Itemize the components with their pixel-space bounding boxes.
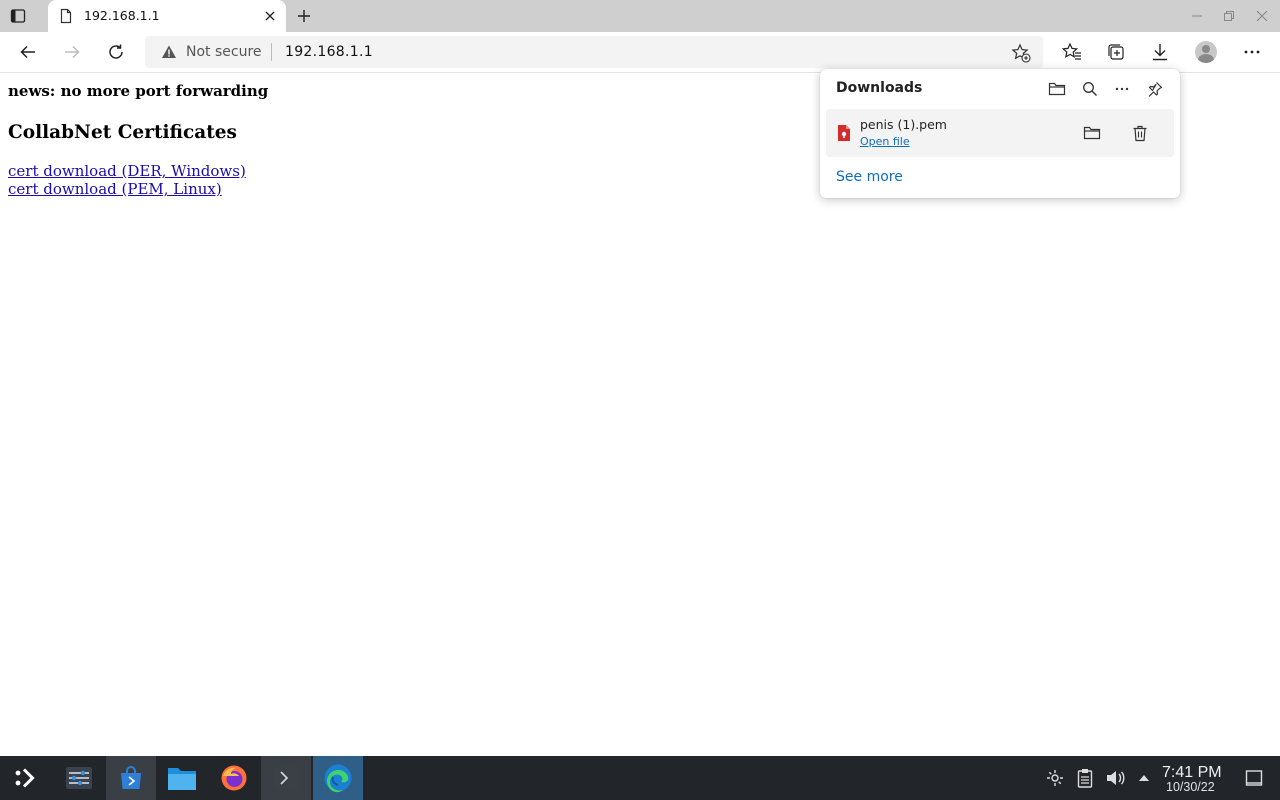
file-manager-icon[interactable] bbox=[157, 756, 207, 800]
terminal-icon[interactable] bbox=[261, 756, 311, 800]
page-icon bbox=[58, 8, 74, 24]
pem-file-icon bbox=[837, 124, 851, 142]
security-label[interactable]: Not secure bbox=[186, 44, 262, 60]
pin-icon[interactable] bbox=[1144, 78, 1166, 100]
tab-strip: 192.168.1.1 bbox=[0, 0, 1280, 32]
download-filename: penis (1).pem bbox=[860, 117, 947, 132]
open-folder-icon[interactable] bbox=[1046, 78, 1068, 100]
close-window-icon[interactable] bbox=[1254, 8, 1270, 24]
app-store-icon[interactable] bbox=[106, 756, 156, 800]
clipboard-icon[interactable] bbox=[1074, 767, 1096, 789]
cert-der-link[interactable]: cert download (DER, Windows) bbox=[8, 162, 246, 180]
new-tab-button[interactable] bbox=[293, 5, 315, 27]
news-text: news: no more port forwarding bbox=[8, 82, 269, 100]
minimize-icon[interactable] bbox=[1189, 8, 1205, 24]
refresh-button[interactable] bbox=[101, 37, 131, 67]
close-tab-icon[interactable] bbox=[260, 6, 280, 26]
network-icon[interactable] bbox=[1044, 767, 1066, 789]
volume-icon[interactable] bbox=[1104, 767, 1126, 789]
tab-title: 192.168.1.1 bbox=[84, 8, 160, 23]
show-desktop-icon[interactable] bbox=[1243, 767, 1265, 789]
downloads-icon[interactable] bbox=[1148, 40, 1172, 64]
back-button[interactable] bbox=[13, 37, 43, 67]
system-settings-icon[interactable] bbox=[54, 756, 104, 800]
favorites-icon[interactable] bbox=[1060, 40, 1084, 64]
warning-icon[interactable] bbox=[161, 44, 177, 60]
address-bar[interactable]: Not secure 192.168.1.1 bbox=[145, 36, 1043, 68]
url-text[interactable]: 192.168.1.1 bbox=[285, 44, 373, 60]
clock-date[interactable]: 10/30/22 bbox=[1166, 780, 1215, 794]
more-options-icon[interactable] bbox=[1240, 40, 1264, 64]
cert-pem-link[interactable]: cert download (PEM, Linux) bbox=[8, 180, 222, 198]
see-more-link[interactable]: See more bbox=[836, 169, 903, 185]
forward-button[interactable] bbox=[57, 37, 87, 67]
page-heading: CollabNet Certificates bbox=[8, 122, 237, 143]
show-hidden-icons[interactable] bbox=[1133, 767, 1155, 789]
restore-icon[interactable] bbox=[1221, 8, 1237, 24]
delete-icon[interactable] bbox=[1128, 121, 1152, 145]
browser-tab[interactable]: 192.168.1.1 bbox=[48, 0, 286, 32]
more-icon[interactable] bbox=[1111, 78, 1133, 100]
search-icon[interactable] bbox=[1079, 78, 1101, 100]
open-file-link[interactable]: Open file bbox=[860, 135, 910, 148]
profile-avatar-icon[interactable] bbox=[1194, 40, 1218, 64]
firefox-icon[interactable] bbox=[209, 756, 259, 800]
collections-icon[interactable] bbox=[1104, 40, 1128, 64]
download-item[interactable]: penis (1).pem Open file bbox=[826, 109, 1174, 157]
downloads-title: Downloads bbox=[836, 80, 923, 96]
app-launcher-icon[interactable] bbox=[0, 756, 50, 800]
tab-actions-icon[interactable] bbox=[6, 5, 30, 27]
show-in-folder-icon[interactable] bbox=[1080, 121, 1104, 145]
add-favorite-icon[interactable] bbox=[1011, 43, 1031, 63]
downloads-panel: Downloads penis (1).pem Open file See mo… bbox=[820, 69, 1180, 198]
divider bbox=[271, 43, 272, 61]
taskbar bbox=[0, 756, 1280, 800]
browser-toolbar: Not secure 192.168.1.1 bbox=[0, 32, 1280, 73]
edge-browser-icon[interactable] bbox=[313, 756, 363, 800]
